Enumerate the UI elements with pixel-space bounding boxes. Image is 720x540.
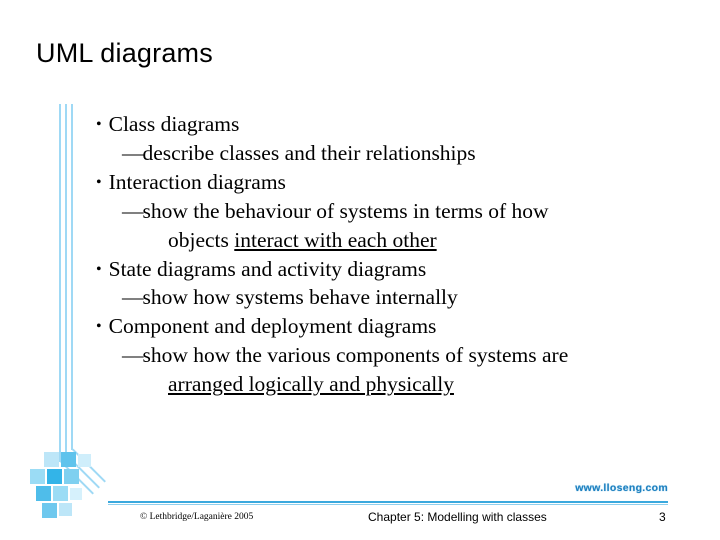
list-item-text: Class diagrams — [108, 112, 240, 136]
list-item-text: Component and deployment diagrams — [108, 314, 437, 339]
footer-divider — [108, 501, 668, 503]
list-item-continuation: objects interact with each other — [90, 226, 690, 255]
decorative-square — [42, 503, 57, 518]
list-item-underlined-text: interact with each other — [234, 227, 437, 252]
decorative-square — [70, 488, 82, 500]
list-item: • Interaction diagrams — [90, 168, 690, 197]
bullet-list: • Class diagrams —describe classes and th… — [90, 110, 690, 399]
list-item-underlined-text: arranged logically and physically — [168, 372, 454, 397]
decorative-square — [53, 486, 68, 501]
decorative-square — [78, 454, 91, 467]
decorative-square — [36, 486, 51, 501]
bullet-marker: • — [96, 260, 102, 278]
list-item-text: describe classes and their relationships — [142, 140, 476, 165]
slide: UML diagrams • Class diagrams —describe c… — [0, 0, 720, 540]
list-item: —show how systems behave internally — [90, 283, 690, 312]
dash-marker: — — [122, 343, 143, 368]
decorative-line-1 — [59, 104, 61, 462]
list-item-text: State diagrams and activity diagrams — [108, 256, 427, 281]
decorative-square — [47, 469, 62, 484]
copyright-text: © Lethbridge/Laganière 2005 — [140, 512, 254, 522]
decorative-square — [59, 503, 72, 516]
dash-marker: — — [122, 285, 143, 310]
decorative-line-3 — [71, 104, 73, 450]
decorative-square — [61, 452, 76, 467]
page-number: 3 — [659, 510, 666, 524]
list-item-text: show how systems behave internally — [142, 285, 458, 310]
dash-marker: — — [122, 198, 143, 223]
website-label: www.lloseng.com — [575, 482, 668, 494]
list-item: • State diagrams and activity diagrams — [90, 255, 690, 284]
list-item-text: Interaction diagrams — [108, 169, 286, 194]
list-item: —show how the various components of syst… — [90, 341, 690, 370]
footer-divider-shadow — [108, 504, 668, 505]
bullet-marker: • — [96, 173, 102, 191]
decorative-square — [30, 469, 45, 484]
decorative-line-2 — [65, 104, 67, 456]
page-title: UML diagrams — [36, 38, 213, 68]
list-item-text: show the behaviour of systems in terms o… — [142, 198, 549, 223]
dash-marker: — — [122, 140, 143, 165]
decorative-squares — [30, 452, 108, 524]
decorative-square — [44, 452, 59, 467]
bullet-marker: • — [96, 318, 102, 336]
list-item: —describe classes and their relationship… — [90, 139, 690, 168]
decorative-square — [64, 469, 79, 484]
list-item: —show the behaviour of systems in terms … — [90, 197, 690, 226]
bullet-marker: • — [96, 116, 102, 133]
list-item: • Class diagrams — [90, 110, 690, 139]
list-item-continuation: arranged logically and physically — [90, 370, 690, 399]
list-item-text: show how the various components of syste… — [142, 343, 569, 368]
list-item-text: objects — [168, 227, 235, 252]
list-item: • Component and deployment diagrams — [90, 312, 690, 341]
chapter-label: Chapter 5: Modelling with classes — [368, 510, 547, 524]
